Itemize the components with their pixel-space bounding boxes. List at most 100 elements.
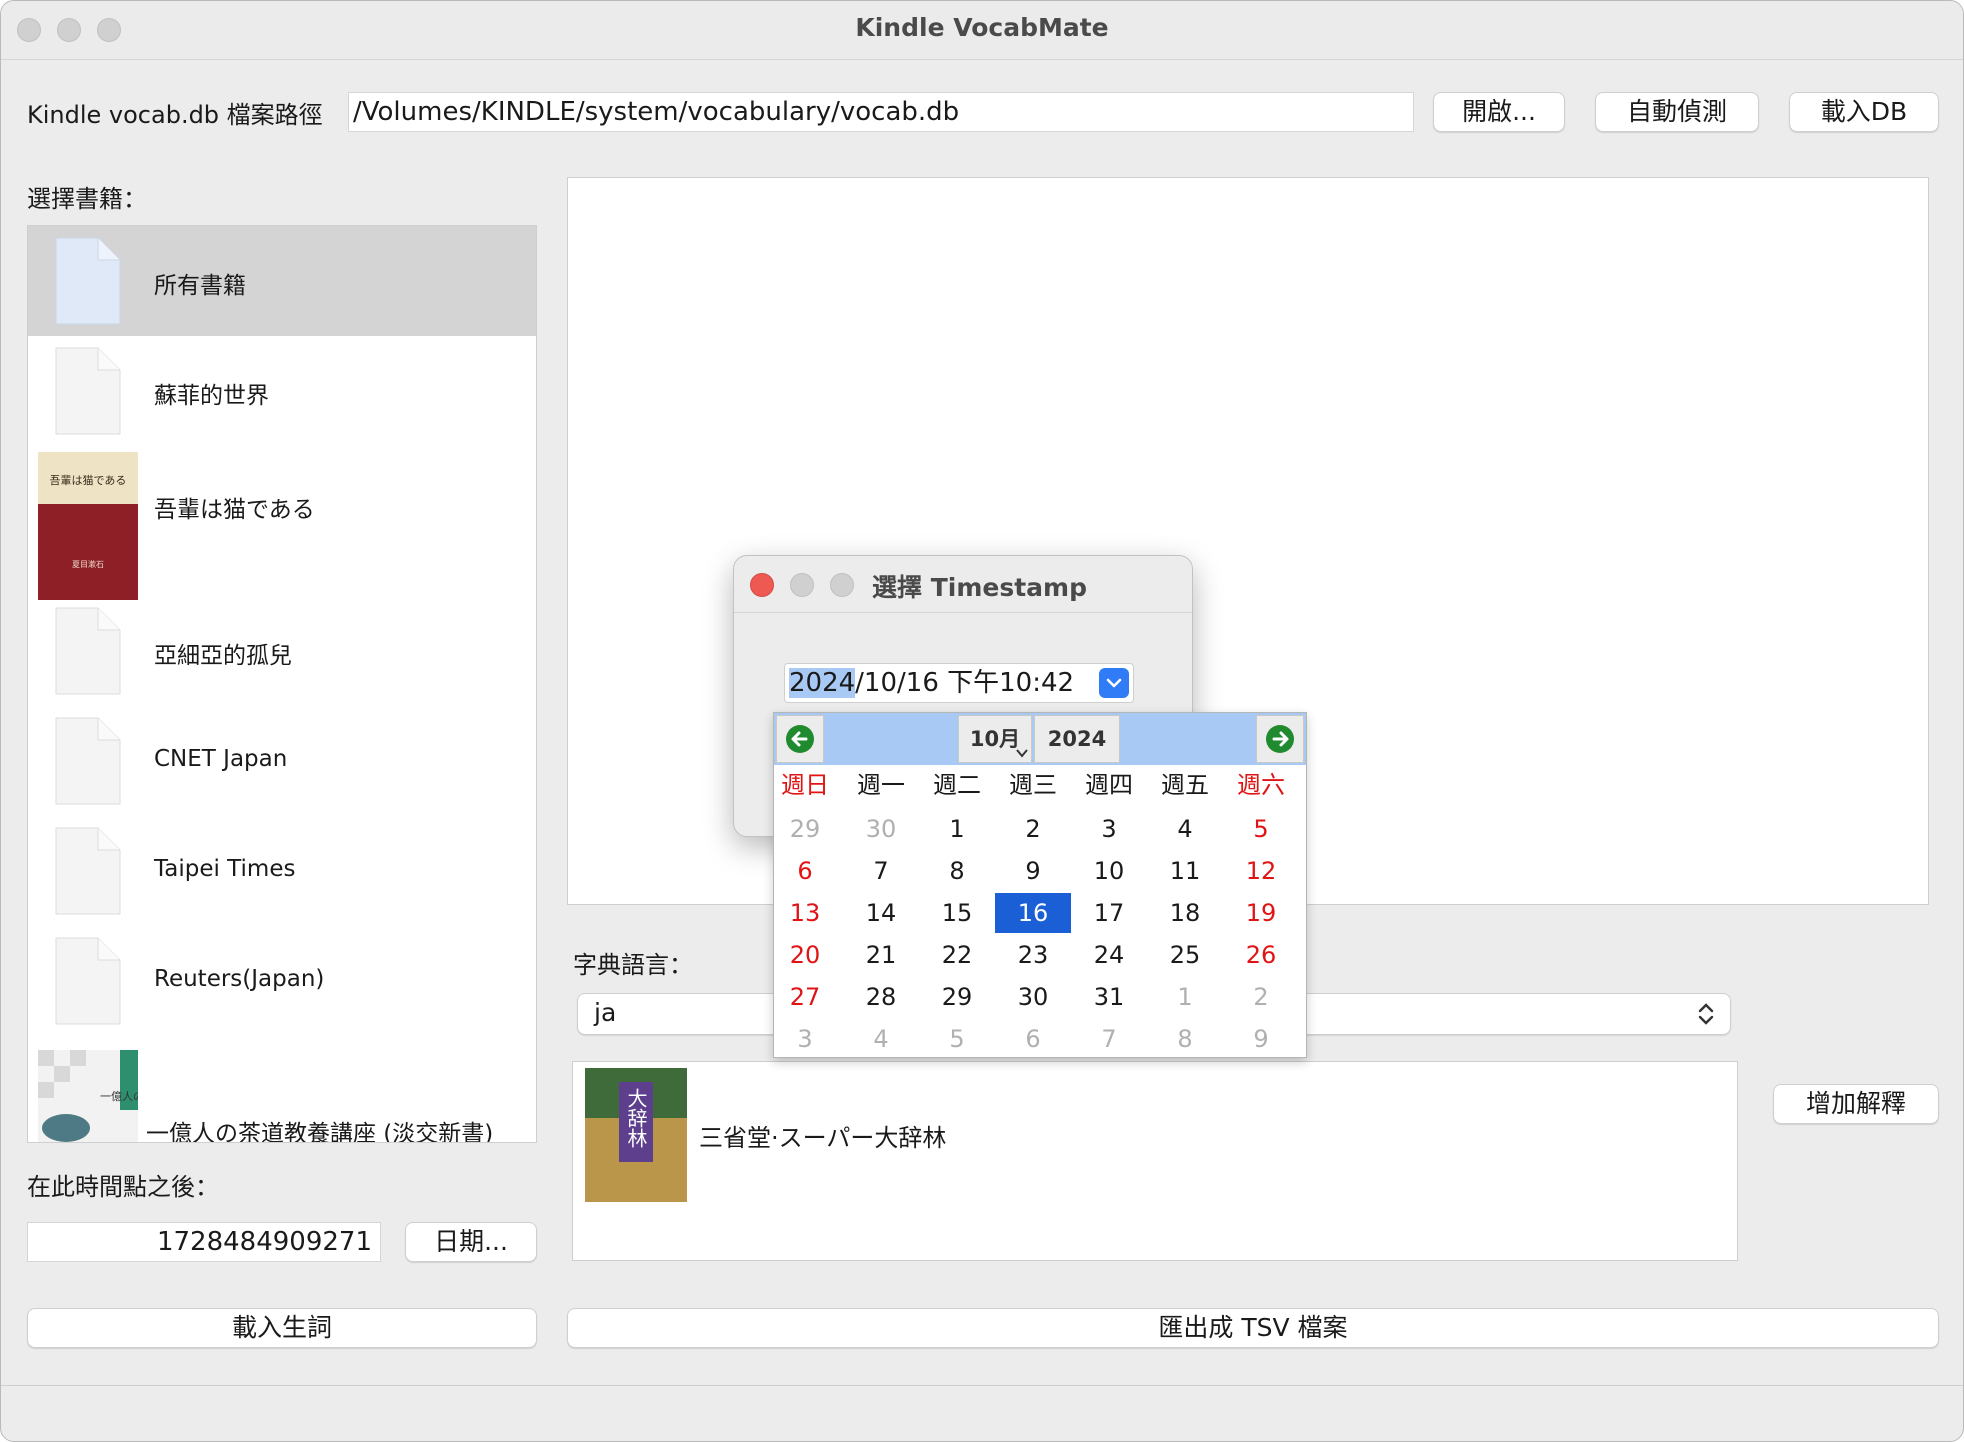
calendar-day[interactable]: 25 [1147, 935, 1223, 975]
calendar-day[interactable]: 28 [843, 977, 919, 1017]
book-title[interactable]: 一億人の茶道教養講座 (淡交新書) [146, 1114, 493, 1142]
path-input[interactable]: /Volumes/KINDLE/system/vocabulary/vocab.… [348, 92, 1414, 132]
calendar-day[interactable]: 30 [843, 809, 919, 849]
datetime-text: 2024/10/16 下午10:42 [789, 666, 1074, 700]
calendar-day[interactable]: 18 [1147, 893, 1223, 933]
calendar-day[interactable]: 30 [995, 977, 1071, 1017]
book-cover-sado: 一億人の茶道教養講 [38, 1050, 138, 1142]
cover-author-text: 夏目漱石 [72, 559, 104, 569]
calendar-day[interactable]: 23 [995, 935, 1071, 975]
calendar-day[interactable]: 8 [1147, 1019, 1223, 1059]
book-item[interactable]: Reuters(Japan) [28, 936, 536, 1046]
calendar-day[interactable]: 4 [843, 1019, 919, 1059]
calendar-day[interactable]: 7 [843, 851, 919, 891]
dictionary-list[interactable]: 大辞林 三省堂·スーパー大辞林 [572, 1061, 1738, 1261]
calendar-dropdown-button[interactable] [1099, 668, 1129, 698]
after-time-label: 在此時間點之後： [27, 1173, 219, 1201]
calendar-day[interactable]: 9 [1223, 1019, 1299, 1059]
calendar-day[interactable]: 7 [1071, 1019, 1147, 1059]
calendar-day[interactable]: 19 [1223, 893, 1299, 933]
calendar-day[interactable]: 29 [767, 809, 843, 849]
datetime-year-segment[interactable]: 2024 [789, 668, 856, 698]
timestamp-input[interactable]: 1728484909271 [27, 1222, 381, 1262]
calendar-day[interactable]: 14 [843, 893, 919, 933]
calendar-day[interactable]: 31 [1071, 977, 1147, 1017]
next-month-button[interactable] [1256, 715, 1304, 763]
calendar-day[interactable]: 24 [1071, 935, 1147, 975]
calendar-day[interactable]: 2 [995, 809, 1071, 849]
datetime-input[interactable]: 2024/10/16 下午10:42 [784, 663, 1134, 703]
calendar-day[interactable]: 1 [1147, 977, 1223, 1017]
book-title: 所有書籍 [154, 273, 246, 299]
book-title: CNET Japan [154, 746, 288, 772]
calendar-day[interactable]: 2 [1223, 977, 1299, 1017]
load-words-button[interactable]: 載入生詞 [27, 1308, 537, 1348]
arrow-left-icon [786, 725, 814, 753]
window-title: Kindle VocabMate [855, 13, 1109, 42]
calendar-day[interactable]: 5 [919, 1019, 995, 1059]
book-title: 吾輩は猫である [154, 497, 315, 523]
calendar-day[interactable]: 5 [1223, 809, 1299, 849]
book-title: 亞細亞的孤兒 [154, 643, 292, 669]
add-explanation-button[interactable]: 增加解釋 [1773, 1084, 1939, 1124]
calendar-day[interactable]: 3 [1071, 809, 1147, 849]
calendar-day[interactable]: 16 [995, 893, 1071, 933]
book-item[interactable]: Taipei Times [28, 826, 536, 936]
dialog-close-button[interactable] [750, 573, 774, 597]
calendar-day[interactable]: 6 [995, 1019, 1071, 1059]
cover-title-text: 一億人の茶道教養講 [100, 1089, 138, 1103]
title-bar: Kindle VocabMate [1, 1, 1963, 60]
calendar-day[interactable]: 6 [767, 851, 843, 891]
calendar-day[interactable]: 15 [919, 893, 995, 933]
book-item[interactable]: 亞細亞的孤兒 [28, 606, 536, 716]
calendar-day[interactable]: 26 [1223, 935, 1299, 975]
weekday-header: 週日 [781, 771, 829, 799]
month-select[interactable]: 10月 [958, 715, 1032, 763]
book-cover-neko: 吾輩は猫である 夏目漱石 [38, 452, 138, 600]
export-tsv-button[interactable]: 匯出成 TSV 檔案 [567, 1308, 1939, 1348]
month-label: 10月 [969, 727, 1021, 751]
dialog-title-bar: 選擇 Timestamp [734, 556, 1192, 613]
calendar-day[interactable]: 11 [1147, 851, 1223, 891]
calendar-day[interactable]: 12 [1223, 851, 1299, 891]
cover-title-text: 大辞林 [624, 1088, 648, 1148]
calendar-day[interactable]: 21 [843, 935, 919, 975]
select-books-label: 選擇書籍： [27, 185, 147, 213]
calendar-day[interactable]: 4 [1147, 809, 1223, 849]
calendar-day[interactable]: 22 [919, 935, 995, 975]
calendar-header: 10月 2024 [774, 713, 1306, 765]
open-button[interactable]: 開啟... [1433, 92, 1565, 132]
prev-month-button[interactable] [776, 715, 824, 763]
calendar-day[interactable]: 8 [919, 851, 995, 891]
calendar-day[interactable]: 10 [1071, 851, 1147, 891]
year-field[interactable]: 2024 [1034, 715, 1120, 763]
chevron-down-icon [1106, 678, 1122, 688]
datetime-rest-segment[interactable]: /10/16 下午10:42 [855, 668, 1074, 698]
book-title: 蘇菲的世界 [154, 383, 269, 409]
date-button[interactable]: 日期... [405, 1222, 537, 1262]
weekday-header: 週一 [857, 771, 905, 799]
dialog-minimize-button[interactable] [790, 573, 814, 597]
autodetect-button[interactable]: 自動偵測 [1595, 92, 1759, 132]
dialog-zoom-button[interactable] [830, 573, 854, 597]
calendar-day[interactable]: 27 [767, 977, 843, 1017]
updown-chevron-icon [1696, 999, 1716, 1029]
dictionary-entry-name[interactable]: 三省堂·スーパー大辞林 [699, 1118, 946, 1153]
book-list[interactable]: 所有書籍 蘇菲的世界 吾輩は猫である 夏目漱石 吾輩は猫である 亞細亞的孤兒 C… [27, 225, 537, 1143]
calendar-popup: 10月 2024 週日 週一 週二 週三 週四 週五 週六 29 30 1 2 3 4 5 6 7 8 9 10 11… [773, 712, 1307, 1058]
book-title: Taipei Times [154, 856, 296, 882]
book-item[interactable]: CNET Japan [28, 716, 536, 826]
calendar-day[interactable]: 29 [919, 977, 995, 1017]
dialog-title: 選擇 Timestamp [872, 573, 1087, 602]
book-item-all[interactable]: 所有書籍 [28, 226, 536, 336]
book-item[interactable]: 蘇菲的世界 [28, 336, 536, 446]
load-db-button[interactable]: 載入DB [1789, 92, 1939, 132]
calendar-day[interactable]: 17 [1071, 893, 1147, 933]
path-label: Kindle vocab.db 檔案路徑 [27, 101, 323, 129]
calendar-day[interactable]: 9 [995, 851, 1071, 891]
calendar-day[interactable]: 20 [767, 935, 843, 975]
calendar-day[interactable]: 13 [767, 893, 843, 933]
calendar-day[interactable]: 1 [919, 809, 995, 849]
language-value: ja [594, 998, 617, 1027]
calendar-day[interactable]: 3 [767, 1019, 843, 1059]
